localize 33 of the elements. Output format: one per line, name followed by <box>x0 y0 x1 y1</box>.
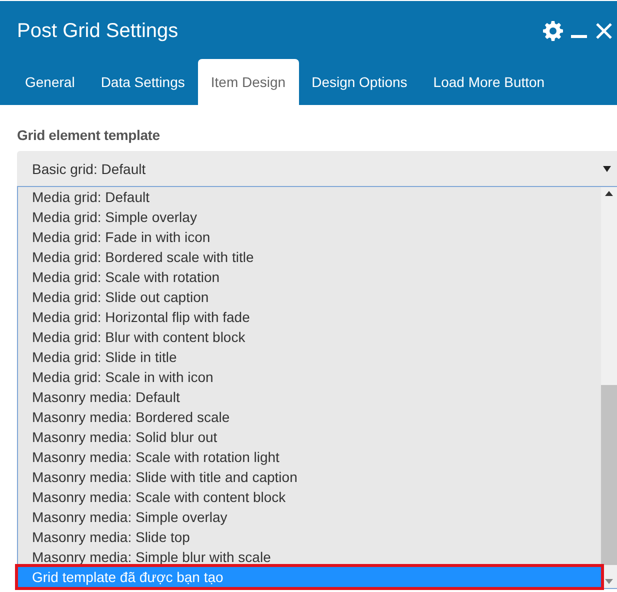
scrollbar[interactable] <box>601 187 617 588</box>
option-item[interactable]: Media grid: Bordered scale with title <box>18 247 601 267</box>
option-item[interactable]: Media grid: Simple overlay <box>18 207 601 227</box>
option-item[interactable]: Media grid: Slide out caption <box>18 287 601 307</box>
option-item[interactable]: Masonry media: Scale with content block <box>18 487 601 507</box>
tab[interactable]: Load More Button <box>420 59 558 105</box>
close-icon[interactable] <box>595 22 613 40</box>
scroll-thumb[interactable] <box>601 385 617 565</box>
option-item[interactable]: Masonry media: Simple overlay <box>18 507 601 527</box>
option-item[interactable]: Masonry media: Simple blur with scale <box>18 547 601 567</box>
option-item[interactable]: Media grid: Default <box>18 187 601 207</box>
option-item[interactable]: Masonry media: Scale with rotation light <box>18 447 601 467</box>
tab[interactable]: General <box>12 59 88 105</box>
option-item[interactable]: Media grid: Horizontal flip with fade <box>18 307 601 327</box>
minimize-icon[interactable] <box>571 35 587 39</box>
field-label: Grid element template <box>17 127 161 145</box>
option-item[interactable]: Media grid: Slide in title <box>18 347 601 367</box>
option-item[interactable]: Masonry media: Bordered scale <box>18 407 601 427</box>
tab[interactable]: Data Settings <box>88 59 198 105</box>
option-item[interactable]: Masonry media: Slide with title and caption <box>18 467 601 487</box>
option-item[interactable]: Masonry media: Default <box>18 387 601 407</box>
option-item[interactable]: Media grid: Fade in with icon <box>18 227 601 247</box>
option-item[interactable]: Media grid: Scale with rotation <box>18 267 601 287</box>
window-title: Post Grid Settings <box>17 20 180 42</box>
caret-icon <box>603 166 611 172</box>
option-item[interactable]: Media grid: Blur with content block <box>18 327 601 347</box>
tab[interactable]: Design Options <box>298 59 420 105</box>
option-item[interactable]: Masonry media: Slide top <box>18 527 601 547</box>
option-item[interactable]: Masonry media: Solid blur out <box>18 427 601 447</box>
template-select[interactable]: Basic grid: Default <box>17 151 617 186</box>
tab[interactable]: Item Design <box>198 59 299 105</box>
option-item[interactable]: Media grid: Scale in with icon <box>18 367 601 387</box>
settings-icon[interactable] <box>543 21 563 41</box>
